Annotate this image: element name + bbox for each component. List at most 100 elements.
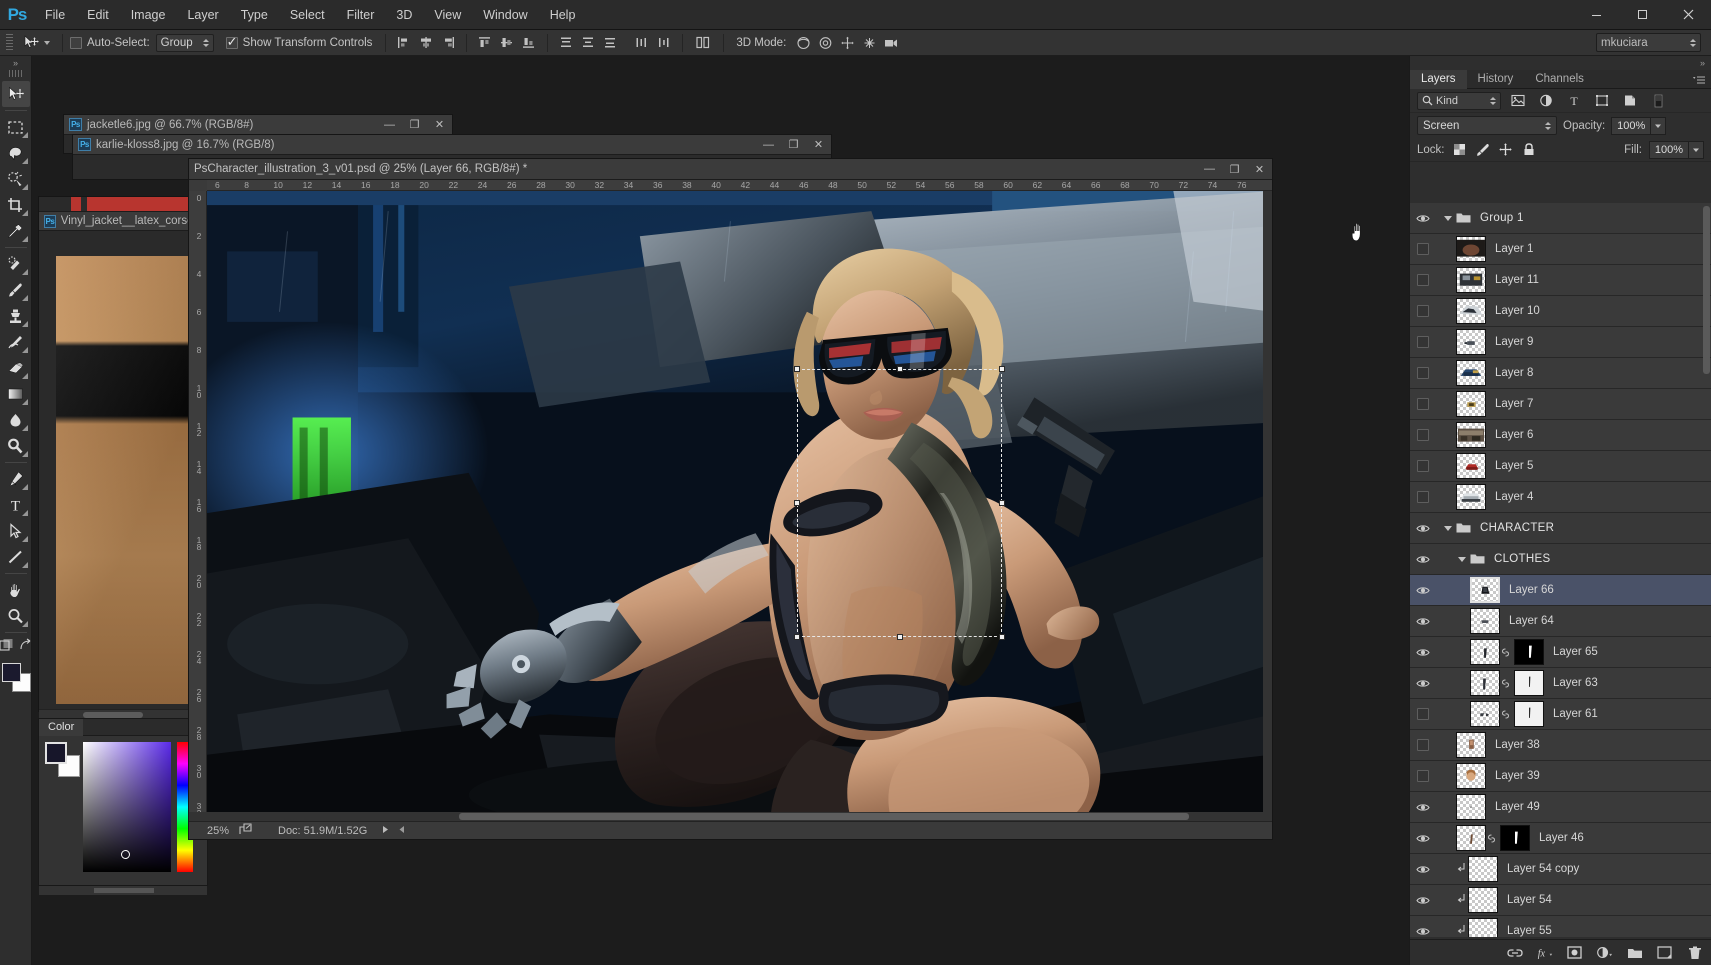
layer-group-row[interactable]: CLOTHES — [1410, 544, 1711, 575]
layer-thumbnail[interactable] — [1456, 825, 1486, 851]
mask-link-icon[interactable] — [1500, 709, 1511, 720]
add-layer-mask-icon[interactable] — [1566, 944, 1583, 961]
transform-handle-tc[interactable] — [896, 366, 903, 372]
layer-mask-thumbnail[interactable] — [1514, 701, 1544, 727]
layer-thumbnail[interactable] — [1456, 236, 1486, 262]
layer-thumbnail[interactable] — [1468, 887, 1498, 913]
maximize-button[interactable] — [1619, 0, 1665, 30]
workspace-dropdown[interactable]: mkuciara — [1596, 33, 1701, 52]
screen-mode-icon[interactable] — [19, 638, 33, 655]
toolbar-collapse-button[interactable]: » — [0, 56, 32, 70]
align-vertical-centers-icon[interactable] — [496, 33, 518, 53]
menu-type[interactable]: Type — [230, 0, 279, 30]
layer-row[interactable]: Layer 7 — [1410, 389, 1711, 420]
menu-layer[interactable]: Layer — [176, 0, 229, 30]
group-expand-triangle-icon[interactable] — [1444, 215, 1452, 221]
layer-row[interactable]: Layer 66 — [1410, 575, 1711, 606]
gradient-tool[interactable] — [2, 381, 30, 407]
layers-panel-menu-icon[interactable] — [1693, 74, 1706, 85]
layer-visibility-eye-icon[interactable] — [1410, 637, 1436, 668]
opacity-dropdown-caret-icon[interactable] — [1651, 116, 1667, 135]
menu-edit[interactable]: Edit — [76, 0, 120, 30]
align-bottom-edges-icon[interactable] — [518, 33, 540, 53]
filter-type-layers-icon[interactable]: T — [1563, 91, 1585, 110]
doc-close-button[interactable]: ✕ — [806, 135, 831, 154]
layer-visibility-eye-icon[interactable] — [1410, 885, 1436, 916]
layer-row[interactable]: Layer 5 — [1410, 451, 1711, 482]
minimize-button[interactable] — [1573, 0, 1619, 30]
path-selection-tool[interactable] — [2, 518, 30, 544]
lock-image-pixels-icon[interactable] — [1475, 142, 1491, 158]
crop-tool[interactable] — [2, 192, 30, 218]
layer-row[interactable]: Layer 38 — [1410, 730, 1711, 761]
main-doc-close-button[interactable]: ✕ — [1247, 160, 1272, 179]
horizontal-ruler[interactable]: 6 8 10 12 14 16 18 20 22 24 26 28 30 32 34 36 38 40 42 44 46… — [207, 180, 1272, 191]
color-panel-footer-scroll[interactable] — [39, 886, 207, 895]
layer-visibility-off-checkbox[interactable] — [1410, 358, 1436, 389]
layer-row[interactable]: Layer 11 — [1410, 265, 1711, 296]
layer-visibility-eye-icon[interactable] — [1410, 916, 1436, 938]
canvas-vertical-scrollbar[interactable] — [1263, 191, 1272, 812]
layer-visibility-eye-icon[interactable] — [1410, 854, 1436, 885]
color-panel-swatches[interactable] — [45, 742, 80, 777]
distribute-vertical-centers-icon[interactable] — [577, 33, 599, 53]
document-title-bar[interactable]: Ps karlie-kloss8.jpg @ 16.7% (RGB/8) — ❐… — [73, 135, 831, 155]
doc-maximize-button[interactable]: ❐ — [402, 115, 427, 134]
vertical-ruler[interactable]: 024681 01 21 41 61 82 02 22 42 62 83 03 … — [189, 191, 207, 814]
align-right-edges-icon[interactable] — [437, 33, 459, 53]
new-adjustment-layer-icon[interactable] — [1596, 944, 1613, 961]
align-horizontal-centers-icon[interactable] — [415, 33, 437, 53]
align-left-edges-icon[interactable] — [393, 33, 415, 53]
main-document-title-bar[interactable]: Ps Character_illustration_3_v01.psd @ 25… — [189, 159, 1272, 180]
link-layers-icon[interactable] — [1506, 944, 1523, 961]
layer-row[interactable]: Layer 49 — [1410, 792, 1711, 823]
layer-row[interactable]: Layer 55 — [1410, 916, 1711, 937]
document-canvas[interactable] — [39, 231, 207, 709]
hand-tool[interactable] — [2, 577, 30, 603]
lock-position-icon[interactable] — [1498, 142, 1514, 158]
dodge-tool[interactable] — [2, 433, 30, 459]
layer-row[interactable]: Layer 1 — [1410, 234, 1711, 265]
history-brush-tool[interactable] — [2, 329, 30, 355]
menu-filter[interactable]: Filter — [336, 0, 386, 30]
tab-history[interactable]: History — [1467, 70, 1525, 89]
layer-thumbnail[interactable] — [1470, 701, 1500, 727]
transform-handle-tr[interactable] — [999, 366, 1005, 372]
3d-roll-icon[interactable] — [814, 33, 836, 53]
new-group-icon[interactable] — [1626, 944, 1643, 961]
move-tool[interactable] — [1, 81, 30, 107]
lasso-tool[interactable] — [2, 140, 30, 166]
layer-visibility-off-checkbox[interactable] — [1410, 265, 1436, 296]
transform-handle-bc[interactable] — [896, 634, 903, 640]
layer-visibility-off-checkbox[interactable] — [1410, 389, 1436, 420]
layer-thumbnail[interactable] — [1470, 577, 1500, 603]
status-expand-arrow-icon[interactable] — [381, 825, 390, 837]
options-bar-grip[interactable] — [6, 33, 13, 52]
3d-slide-icon[interactable] — [858, 33, 880, 53]
layer-mask-thumbnail[interactable] — [1514, 670, 1544, 696]
color-picker-field[interactable] — [83, 742, 171, 872]
zoom-level-field[interactable]: 25% — [193, 825, 235, 837]
edit-in-quick-mask-icon[interactable] — [0, 638, 14, 655]
layer-thumbnail[interactable] — [1456, 453, 1486, 479]
active-tool-preset-button[interactable] — [17, 34, 55, 51]
color-panel-foreground-swatch[interactable] — [45, 742, 67, 764]
blur-tool[interactable] — [2, 407, 30, 433]
layer-row[interactable]: Layer 46 — [1410, 823, 1711, 854]
transform-selection-box[interactable] — [794, 366, 1005, 640]
layer-visibility-off-checkbox[interactable] — [1410, 699, 1436, 730]
tab-color[interactable]: Color — [39, 718, 84, 736]
layer-visibility-off-checkbox[interactable] — [1410, 451, 1436, 482]
canvas-horizontal-scrollbar[interactable] — [189, 812, 1272, 821]
horizontal-scrollbar-thumb[interactable] — [459, 813, 1189, 820]
layer-visibility-eye-icon[interactable] — [1410, 575, 1436, 606]
toolbar-grip[interactable] — [8, 70, 23, 77]
layer-row[interactable]: Layer 65 — [1410, 637, 1711, 668]
show-transform-controls-checkbox[interactable] — [225, 34, 238, 50]
layer-thumbnail[interactable] — [1456, 391, 1486, 417]
layer-mask-thumbnail[interactable] — [1500, 825, 1530, 851]
distribute-bottom-edges-icon[interactable] — [599, 33, 621, 53]
main-doc-maximize-button[interactable]: ❐ — [1222, 160, 1247, 179]
pen-tool[interactable] — [2, 466, 30, 492]
layer-thumbnail[interactable] — [1456, 794, 1486, 820]
